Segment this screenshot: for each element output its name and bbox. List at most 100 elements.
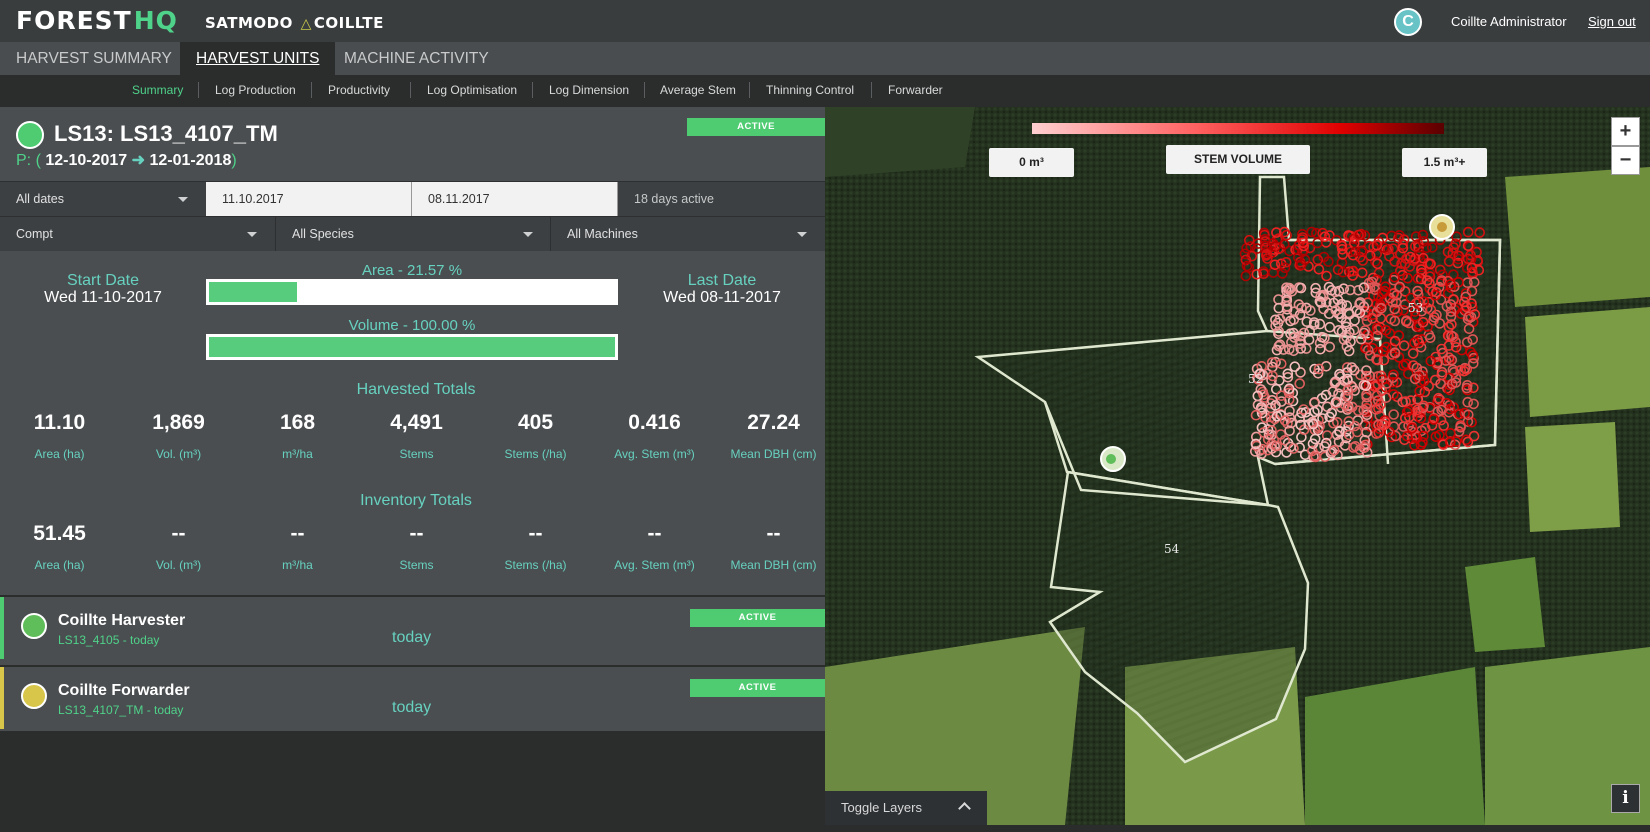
machine-name: Coillte Forwarder bbox=[58, 682, 190, 699]
tab-machine-activity[interactable]: MACHINE ACTIVITY bbox=[328, 42, 505, 75]
stat-label: Avg. Stem (m³) bbox=[614, 558, 695, 572]
machine-status-stripe bbox=[0, 667, 4, 729]
period-suffix: ) bbox=[231, 152, 237, 169]
harvested-stat-mean-dbh: 27.24 Mean DBH (cm) bbox=[714, 411, 833, 461]
toggle-layers-label: Toggle Layers bbox=[841, 800, 922, 815]
field-area bbox=[1505, 167, 1650, 307]
start-date-label: Start Date bbox=[66, 272, 140, 289]
subnav-log-dimension[interactable]: Log Dimension bbox=[549, 83, 629, 97]
harvested-stat-stems-per-ha: 405 Stems (/ha) bbox=[476, 411, 595, 461]
species-value: All Species bbox=[292, 227, 354, 241]
harvester-marker-icon bbox=[1106, 454, 1116, 464]
machine-row-forwarder[interactable]: Coillte Forwarder LS13_4107_TM - today t… bbox=[0, 665, 825, 729]
subnav-productivity[interactable]: Productivity bbox=[328, 83, 390, 97]
machine-sub: LS13_4105 - today bbox=[58, 633, 160, 647]
volume-progress-bar bbox=[206, 334, 618, 360]
subnav-log-optimisation[interactable]: Log Optimisation bbox=[427, 83, 517, 97]
compartment-label-54: 54 bbox=[1164, 542, 1180, 556]
area-progress-fill bbox=[209, 282, 297, 302]
subnav-log-production[interactable]: Log Production bbox=[215, 83, 296, 97]
volume-progress-label: Volume - 100.00 % bbox=[348, 317, 476, 334]
harvested-stat-area: 11.10 Area (ha) bbox=[0, 411, 119, 461]
subnav-summary[interactable]: Summary bbox=[132, 83, 183, 97]
stat-label: Stems (/ha) bbox=[504, 558, 567, 572]
machines-value: All Machines bbox=[567, 227, 638, 241]
user-name: Coillte Administrator bbox=[1451, 14, 1567, 29]
compt-select[interactable]: Compt bbox=[0, 217, 275, 251]
avatar[interactable]: C bbox=[1394, 8, 1422, 36]
zoom-out-button[interactable]: − bbox=[1611, 146, 1640, 175]
machine-name: Coillte Harvester bbox=[58, 612, 186, 629]
period-end: 12-01-2018 bbox=[149, 152, 232, 169]
triangle-icon: △ bbox=[300, 16, 312, 32]
period-start: 12-10-2017 bbox=[45, 152, 128, 169]
legend-max-label: 1.5 m³+ bbox=[1402, 148, 1487, 177]
last-date-label: Last Date bbox=[687, 272, 757, 289]
inventory-totals-title: Inventory Totals bbox=[360, 492, 472, 509]
volume-progress-fill bbox=[209, 337, 615, 357]
last-date-value: Wed 08-11-2017 bbox=[663, 289, 781, 306]
field-area bbox=[1525, 307, 1650, 417]
stat-label: Stems bbox=[399, 558, 434, 572]
date-from-input[interactable]: 11.10.2017 bbox=[206, 182, 412, 216]
subnav-average-stem[interactable]: Average Stem bbox=[660, 83, 736, 97]
unit-title: LS13: LS13_4107_TM bbox=[54, 121, 278, 146]
harvested-stat-stems: 4,491 Stems bbox=[357, 411, 476, 461]
stat-label: Stems bbox=[399, 447, 434, 461]
stat-value: 0.416 bbox=[628, 411, 681, 434]
sub-nav: Summary Log Production Productivity Log … bbox=[0, 75, 1650, 107]
caret-down-icon bbox=[523, 232, 533, 237]
stat-label: Avg. Stem (m³) bbox=[614, 447, 695, 461]
field-area bbox=[1465, 557, 1545, 652]
zoom-in-button[interactable]: + bbox=[1611, 117, 1640, 146]
start-date-value: Wed 11-10-2017 bbox=[44, 289, 162, 306]
area-progress-bar bbox=[206, 279, 618, 305]
stat-value: -- bbox=[409, 522, 424, 545]
stat-label: Area (ha) bbox=[34, 558, 85, 572]
brand-left: SATMODO bbox=[205, 14, 293, 32]
machine-status-badge: ACTIVE bbox=[690, 679, 825, 697]
toggle-layers-button[interactable]: Toggle Layers bbox=[825, 791, 987, 825]
subnav-divider bbox=[410, 82, 411, 98]
compartment-label-52: 52 bbox=[1248, 372, 1263, 386]
stat-label: m³/ha bbox=[282, 558, 313, 572]
stat-value: 1,869 bbox=[152, 411, 205, 434]
date-to-input[interactable]: 08.11.2017 bbox=[412, 182, 618, 216]
field-area bbox=[825, 107, 975, 177]
forwarder-marker-icon bbox=[1437, 222, 1447, 232]
stat-value: 27.24 bbox=[747, 411, 800, 434]
subnav-divider bbox=[311, 82, 312, 98]
species-select[interactable]: All Species bbox=[276, 217, 551, 251]
subnav-forwarder[interactable]: Forwarder bbox=[888, 83, 943, 97]
legend-title: STEM VOLUME bbox=[1166, 145, 1310, 174]
info-button[interactable]: i bbox=[1611, 784, 1640, 813]
subnav-thinning-control[interactable]: Thinning Control bbox=[766, 83, 854, 97]
logo-hq-text: HQ bbox=[133, 6, 178, 35]
harvested-stat-avg-stem: 0.416 Avg. Stem (m³) bbox=[595, 411, 714, 461]
inventory-stat-stems-per-ha: -- Stems (/ha) bbox=[476, 522, 595, 572]
legend-min-label: 0 m³ bbox=[989, 148, 1074, 177]
machines-select[interactable]: All Machines bbox=[551, 217, 825, 251]
stat-value: -- bbox=[766, 522, 781, 545]
inventory-stat-stems: -- Stems bbox=[357, 522, 476, 572]
tab-harvest-summary[interactable]: HARVEST SUMMARY bbox=[0, 42, 188, 75]
stat-label: Area (ha) bbox=[34, 447, 85, 461]
date-range-select[interactable]: All dates bbox=[0, 182, 206, 216]
brand-right: COILLTE bbox=[313, 14, 384, 32]
stat-value: -- bbox=[290, 522, 305, 545]
inventory-stat-volume: -- Vol. (m³) bbox=[119, 522, 238, 572]
stat-value: 168 bbox=[279, 411, 316, 434]
machine-row-harvester[interactable]: Coillte Harvester LS13_4105 - today toda… bbox=[0, 595, 825, 659]
period-prefix: P: ( bbox=[16, 152, 41, 169]
forwarder-icon bbox=[21, 683, 47, 709]
stat-label: Mean DBH (cm) bbox=[730, 558, 817, 572]
map-view[interactable]: 52 53 54 bbox=[825, 107, 1650, 825]
harvester-icon bbox=[21, 613, 47, 639]
sign-out-link[interactable]: Sign out bbox=[1588, 14, 1636, 29]
map-bottom-strip bbox=[825, 825, 1650, 832]
tab-harvest-units[interactable]: HARVEST UNITS bbox=[180, 42, 336, 75]
forest-hq-logo[interactable]: FORESTHQ bbox=[16, 6, 178, 35]
stat-label: Stems (/ha) bbox=[504, 447, 567, 461]
arrow-right-icon: ➜ bbox=[131, 152, 146, 169]
inventory-stat-m3-per-ha: -- m³/ha bbox=[238, 522, 357, 572]
